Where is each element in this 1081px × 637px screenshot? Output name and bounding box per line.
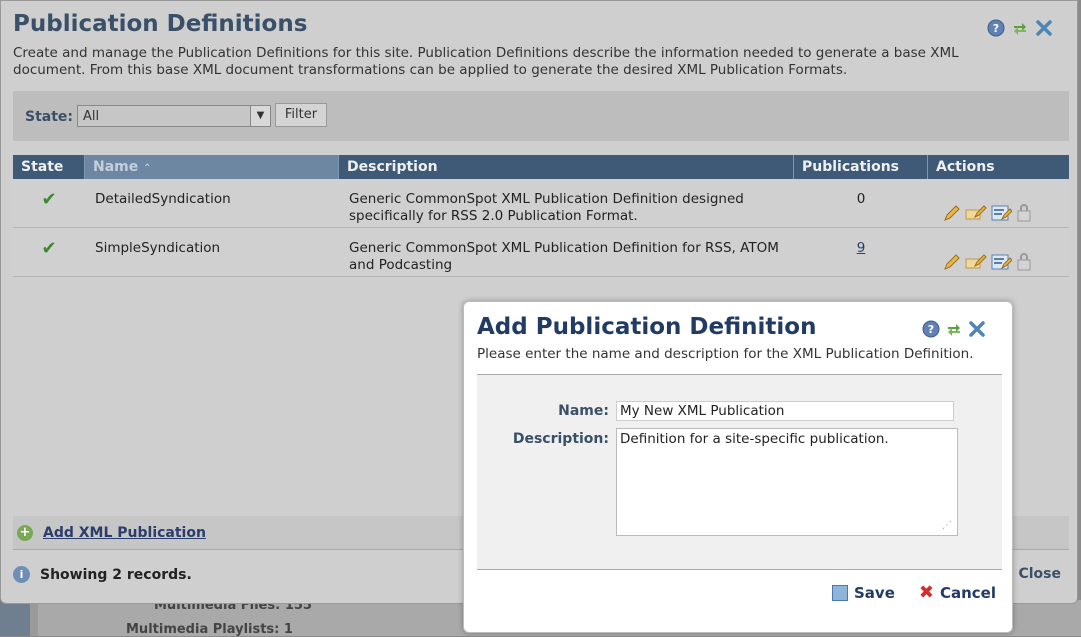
column-header-actions: Actions <box>936 159 995 175</box>
filter-bar: State: All ▼ Filter <box>13 91 1069 141</box>
dialog-form: Name: Description: Definition for a site… <box>477 374 1002 570</box>
cancel-icon: ✖ <box>918 582 934 603</box>
edit-properties-icon[interactable] <box>965 252 987 272</box>
edit-pencil-icon[interactable] <box>942 203 962 223</box>
close-button-label: Close <box>1018 566 1061 582</box>
add-xml-publication-link[interactable]: Add XML Publication <box>43 525 206 541</box>
check-icon: ✔ <box>41 238 57 259</box>
close-icon[interactable] <box>1035 19 1053 37</box>
state-select-value: All <box>83 109 100 124</box>
delete-lock-icon[interactable] <box>1015 203 1035 223</box>
dialog-title: Add Publication Definition <box>477 314 817 340</box>
edit-pencil-icon[interactable] <box>942 252 962 272</box>
svg-text:?: ? <box>928 323 934 336</box>
publication-definitions-table: State Name ⌃ Description Publications Ac… <box>13 155 1069 277</box>
actions-cell <box>928 228 1069 276</box>
filter-button[interactable]: Filter <box>275 103 327 127</box>
svg-text:?: ? <box>993 22 999 35</box>
chevron-down-icon[interactable]: ▼ <box>250 106 270 126</box>
description-cell: Generic CommonSpot XML Publication Defin… <box>349 240 779 273</box>
refresh-icon[interactable] <box>945 320 963 338</box>
record-count: Showing 2 records. <box>40 566 192 583</box>
dialog-description: Please enter the name and description fo… <box>477 346 974 362</box>
save-button[interactable]: Save <box>832 584 895 602</box>
column-header-name[interactable]: Name ⌃ <box>85 155 339 179</box>
cancel-button-label: Cancel <box>939 584 996 602</box>
page-title: Publication Definitions <box>13 11 308 37</box>
table-header: State Name ⌃ Description Publications Ac… <box>13 155 1069 179</box>
column-header-state[interactable]: State <box>13 155 85 179</box>
check-icon: ✔ <box>41 189 57 210</box>
description-textarea[interactable]: Definition for a site-specific publicati… <box>616 428 958 536</box>
edit-form-icon[interactable] <box>990 203 1012 223</box>
dialog-header-icons: ? <box>922 320 986 338</box>
edit-properties-icon[interactable] <box>965 203 987 223</box>
state-filter-label: State: <box>25 109 74 125</box>
background-sidebar-strip <box>0 600 30 636</box>
refresh-icon[interactable] <box>1011 19 1029 37</box>
state-cell: ✔ <box>13 179 85 227</box>
close-icon[interactable] <box>968 320 986 338</box>
info-icon: i <box>13 566 30 583</box>
status-bar: i Showing 2 records. <box>13 566 192 583</box>
edit-form-icon[interactable] <box>990 252 1012 272</box>
state-select[interactable]: All ▼ <box>77 105 271 127</box>
publications-cell: 9 <box>794 228 928 276</box>
description-label: Description: <box>512 431 609 447</box>
publications-link[interactable]: 9 <box>857 240 866 256</box>
add-icon[interactable]: + <box>17 525 33 541</box>
column-header-name-label: Name <box>93 159 139 175</box>
actions-cell <box>928 179 1069 227</box>
header-icons: ? <box>987 19 1053 37</box>
background-multimedia-playlists: Multimedia Playlists: 1 <box>126 622 293 637</box>
table-row: ✔ SimpleSyndication Generic CommonSpot X… <box>13 228 1069 277</box>
column-header-description[interactable]: Description <box>339 155 794 179</box>
help-icon[interactable]: ? <box>987 19 1005 37</box>
sort-asc-icon: ⌃ <box>143 163 152 174</box>
publications-cell: 0 <box>856 191 866 207</box>
cancel-button[interactable]: ✖ Cancel <box>918 582 996 603</box>
dialog-buttons: Save ✖ Cancel <box>832 584 996 602</box>
name-cell: SimpleSyndication <box>95 240 221 256</box>
name-input[interactable] <box>616 401 954 421</box>
table-row: ✔ DetailedSyndication Generic CommonSpot… <box>13 179 1069 228</box>
name-cell: DetailedSyndication <box>95 191 231 207</box>
column-header-publications[interactable]: Publications <box>794 155 928 179</box>
save-icon <box>832 585 848 601</box>
state-cell: ✔ <box>13 228 85 276</box>
description-cell: Generic CommonSpot XML Publication Defin… <box>349 191 744 224</box>
name-label: Name: <box>558 403 609 419</box>
delete-lock-icon[interactable] <box>1015 252 1035 272</box>
add-publication-definition-dialog: Add Publication Definition ? Please ente… <box>463 301 1013 633</box>
page-description: Create and manage the Publication Defini… <box>13 45 959 78</box>
help-icon[interactable]: ? <box>922 320 940 338</box>
resize-grip-icon[interactable]: ⋰ <box>942 520 952 531</box>
save-button-label: Save <box>854 584 895 602</box>
